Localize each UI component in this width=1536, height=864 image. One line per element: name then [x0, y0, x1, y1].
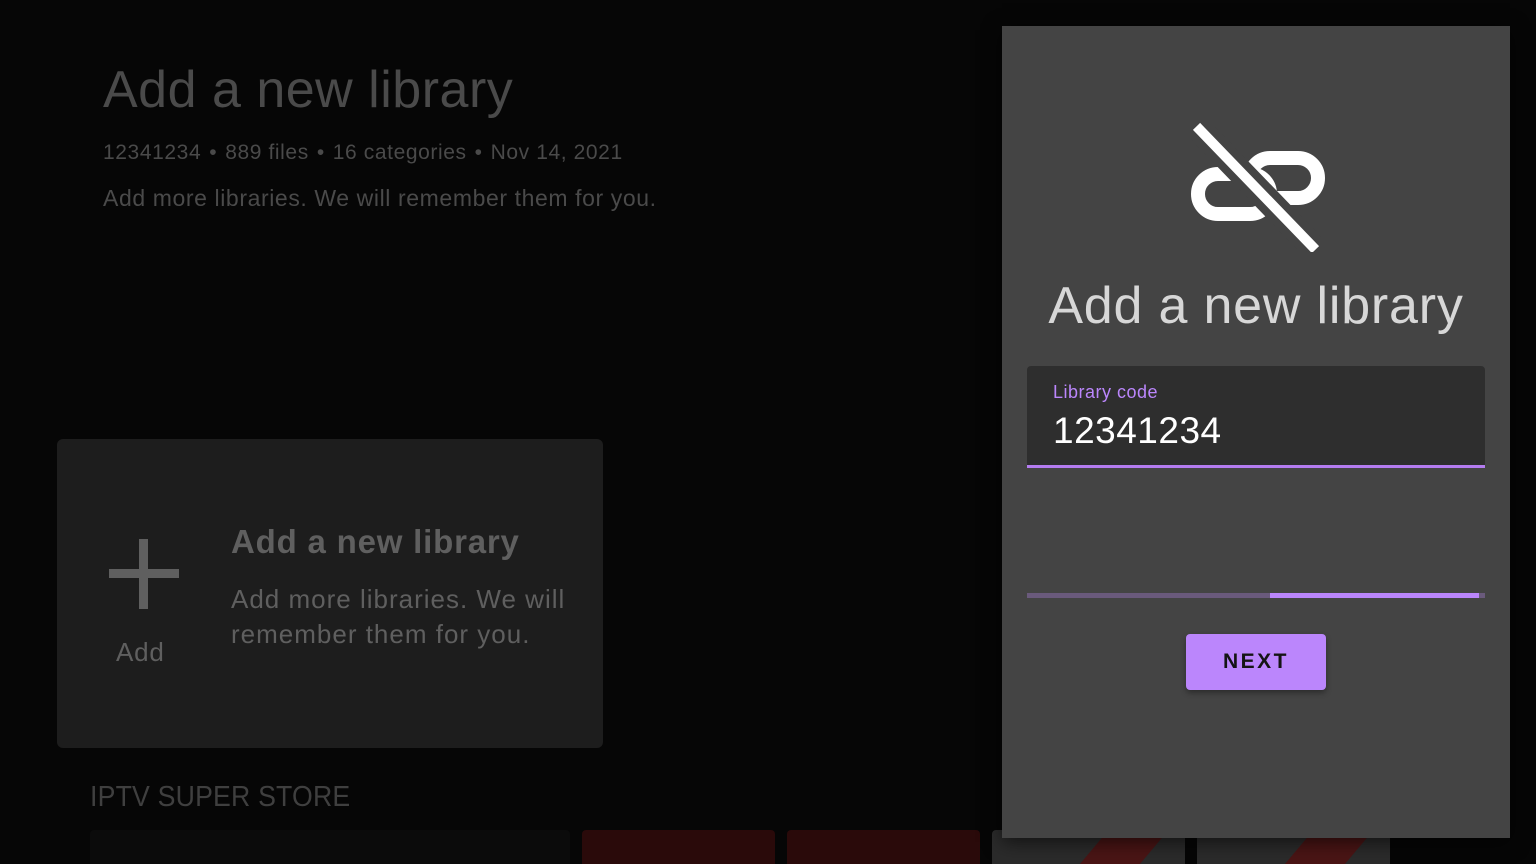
store-tile[interactable] [787, 830, 980, 864]
meta-separator: • [316, 141, 325, 164]
plus-icon [109, 539, 179, 609]
tile-artwork [1273, 838, 1367, 864]
progress-fill [1269, 593, 1480, 598]
library-date: Nov 14, 2021 [490, 141, 623, 164]
progress-bar [1027, 593, 1485, 598]
add-library-card[interactable]: Add Add a new library Add more libraries… [57, 439, 603, 748]
library-files: 889 files [225, 141, 309, 164]
library-meta: 12341234 • 889 files • 16 categories • Nov 14,… [103, 141, 623, 165]
library-categories: 16 categories [332, 141, 467, 164]
card-description: Add more libraries. We will remember the… [231, 584, 566, 649]
library-code-label: Library code [1053, 382, 1159, 402]
store-tile[interactable] [582, 830, 775, 864]
library-description: Add more libraries. We will remember the… [103, 185, 657, 211]
store-row-title: IPTV SUPER STORE [90, 781, 351, 813]
dialog-title: Add a new library [1048, 277, 1464, 335]
card-add-label: Add [116, 637, 165, 667]
meta-separator: • [474, 141, 483, 164]
next-button[interactable]: NEXT [1186, 634, 1326, 690]
library-title: Add a new library [103, 61, 514, 119]
library-code-field[interactable]: Library code 12341234 [1027, 366, 1485, 468]
add-library-dialog: Add a new library Library code 12341234 … [1002, 26, 1510, 838]
tile-artwork [1068, 838, 1162, 864]
card-title: Add a new library [231, 523, 520, 560]
store-tile[interactable] [90, 830, 570, 864]
meta-separator: • [209, 141, 218, 164]
link-off-icon [1190, 122, 1325, 252]
library-code: 12341234 [103, 141, 202, 164]
screen: Add a new library 12341234 • 889 files • 16 … [0, 0, 1536, 864]
library-code-input[interactable]: 12341234 [1053, 410, 1222, 452]
